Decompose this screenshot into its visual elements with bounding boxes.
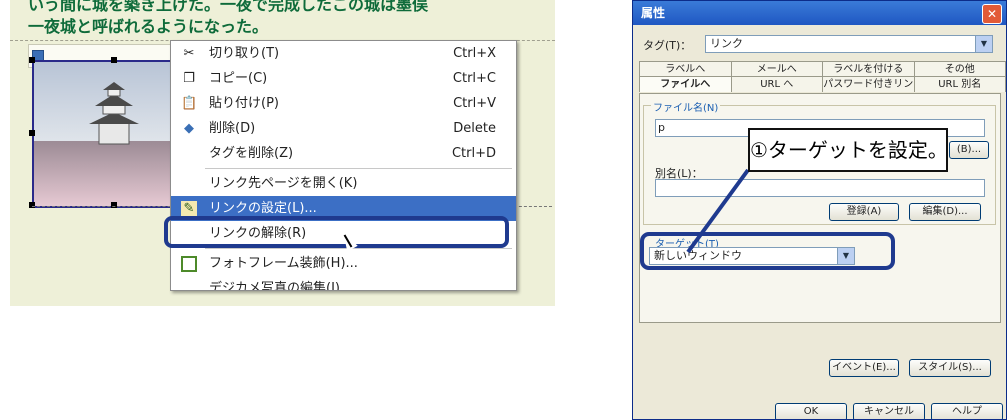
menu-item-label: 削除(D) (209, 121, 256, 136)
tag-value: リンク (710, 37, 743, 50)
menu-shortcut: Ctrl+V (453, 96, 496, 111)
event-button[interactable]: イベント(E)... (829, 359, 899, 377)
menu-separator (205, 248, 512, 249)
dialog-title: 属性 (633, 1, 1006, 25)
tab-row-1: ラベルへ メールへ ラベルを付ける その他 (639, 61, 1006, 77)
paste-icon: 📋 (181, 96, 198, 111)
browse-button[interactable]: (B)... (949, 141, 989, 159)
tag-label: タグ(T)： (643, 39, 692, 52)
menu-item-label: リンクの設定(L)... (209, 201, 317, 216)
delete-icon: ◆ (184, 121, 194, 136)
style-button[interactable]: スタイル(S)... (909, 359, 991, 377)
menu-item-edit-photo[interactable]: デジカメ写真の編集(I)... (171, 276, 516, 290)
file-legend: ファイル名(N) (651, 99, 721, 114)
photo-frame-icon (181, 256, 197, 272)
menu-item-paste[interactable]: 📋 貼り付け(P) Ctrl+V (171, 91, 516, 116)
menu-item-label: リンク先ページを開く(K) (209, 176, 358, 191)
context-menu: ✂ 切り取り(T) Ctrl+X ❐ コピー(C) Ctrl+C 📋 貼り付け(… (170, 40, 517, 291)
tab-label-link[interactable]: ラベルへ (639, 61, 732, 77)
register-button[interactable]: 登録(A) (829, 203, 899, 221)
menu-separator (205, 168, 512, 169)
editor-text-line-1: いう間に城を築き上げた。一夜で完成したこの城は墨俣 (28, 0, 429, 14)
menu-item-delete[interactable]: ◆ 削除(D) Delete (171, 116, 516, 141)
help-button[interactable]: ヘルプ (931, 403, 1003, 419)
annotation-ring (164, 216, 509, 248)
menu-item-copy[interactable]: ❐ コピー(C) Ctrl+C (171, 66, 516, 91)
copy-icon: ❐ (183, 71, 195, 86)
menu-item-label: 貼り付け(P) (209, 96, 279, 111)
properties-dialog: 属性 ✕ タグ(T)： リンク ▼ ラベルへ メールへ ラベルを付ける その他 … (632, 0, 1007, 420)
menu-item-cut[interactable]: ✂ 切り取り(T) Ctrl+X (171, 41, 516, 66)
menu-shortcut: Ctrl+X (453, 46, 496, 61)
editor-text: いう間に城を築き上げた。一夜で完成したこの城は墨俣 一夜城と呼ばれるようになった… (28, 0, 548, 38)
chevron-down-icon[interactable]: ▼ (975, 36, 992, 52)
menu-item-label: フォトフレーム装飾(H)... (209, 256, 358, 271)
tab-mail-link[interactable]: メールへ (730, 61, 823, 77)
menu-item-open-link[interactable]: リンク先ページを開く(K) (171, 171, 516, 196)
menu-shortcut: Ctrl+C (452, 71, 496, 86)
scissors-icon: ✂ (183, 46, 195, 61)
cancel-button[interactable]: キャンセル (853, 403, 925, 419)
menu-item-label: 切り取り(T) (209, 46, 280, 61)
editor-area: いう間に城を築き上げた。一夜で完成したこの城は墨俣 一夜城と呼ばれるようになった… (10, 0, 555, 306)
annotation-ring (640, 232, 895, 270)
menu-shortcut: Delete (453, 121, 496, 136)
tab-row-2: ファイルへ URL へ パスワード付きリンク URL 別名 (639, 76, 1006, 105)
close-icon[interactable]: ✕ (982, 4, 1002, 24)
menu-item-label: コピー(C) (209, 71, 268, 86)
resize-handle[interactable] (111, 57, 117, 63)
menu-item-label: タグを削除(Z) (209, 146, 294, 161)
tab-password-link[interactable]: パスワード付きリンク (822, 76, 915, 105)
menu-item-photo-frame[interactable]: フォトフレーム装飾(H)... (171, 251, 516, 276)
menu-item-label: デジカメ写真の編集(I)... (209, 281, 353, 290)
resize-handle[interactable] (29, 130, 35, 136)
instruction-callout: ①ターゲットを設定。 (748, 128, 948, 172)
link-settings-icon: ✎ (181, 201, 197, 217)
menu-shortcut: Ctrl+D (451, 146, 496, 161)
tab-add-label[interactable]: ラベルを付ける (822, 61, 915, 77)
editor-text-line-2: 一夜城と呼ばれるようになった。 (28, 17, 269, 36)
resize-handle[interactable] (29, 57, 35, 63)
menu-item-remove-tag[interactable]: タグを削除(Z) Ctrl+D (171, 141, 516, 166)
tab-other[interactable]: その他 (913, 61, 1006, 77)
ok-button[interactable]: OK (775, 403, 847, 419)
castle-icon (89, 82, 139, 145)
tag-select[interactable]: リンク ▼ (705, 35, 993, 53)
tab-url-alias[interactable]: URL 別名 (913, 76, 1006, 92)
tab-url-link[interactable]: URL へ (730, 76, 823, 92)
edit-button[interactable]: 編集(D)... (909, 203, 981, 221)
alias-input[interactable] (655, 179, 985, 197)
tab-file-link[interactable]: ファイルへ (639, 76, 732, 92)
